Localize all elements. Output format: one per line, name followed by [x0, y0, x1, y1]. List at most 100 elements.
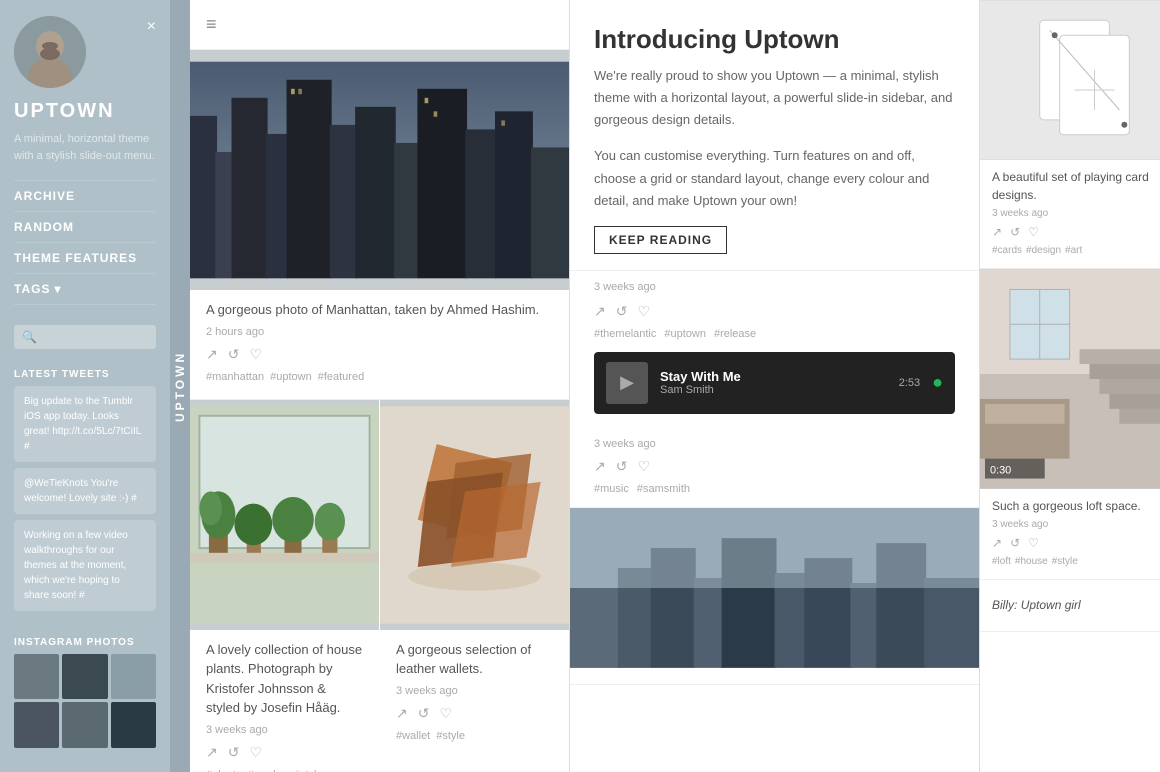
like-icon[interactable]: ♡	[249, 346, 262, 363]
plants-reblog-icon[interactable]: ↺	[228, 744, 240, 761]
wallets-share-icon[interactable]: ↗	[396, 705, 408, 722]
loft-share-icon[interactable]: ↗	[992, 536, 1002, 550]
avatar	[14, 16, 86, 88]
instagram-thumb-6[interactable]	[111, 702, 156, 747]
card-loft: 0:30 Such a gorgeous loft space. 3 weeks…	[980, 269, 1160, 580]
music-post-time: 3 weeks ago	[570, 430, 979, 458]
loft-actions: ↗ ↺ ♡	[992, 536, 1160, 550]
cards-share-icon[interactable]: ↗	[992, 225, 1002, 239]
grid-posts: A lovely collection of house plants. Pho…	[190, 400, 569, 772]
quote-card: Billy: Uptown girl	[980, 580, 1160, 632]
tag-featured[interactable]: #featured	[318, 371, 364, 383]
playing-cards-caption: A beautiful set of playing card designs.	[992, 168, 1160, 204]
instagram-thumb-5[interactable]	[62, 702, 107, 747]
intro-title: Introducing Uptown	[594, 24, 955, 55]
tweet-1: Big update to the Tumblr iOS app today. …	[14, 386, 156, 462]
manhattan-actions: ↗ ↺ ♡	[206, 346, 553, 363]
tweet-3: Working on a few video walkthroughs for …	[14, 520, 156, 611]
tag-art[interactable]: #art	[1065, 245, 1082, 256]
plants-actions: ↗ ↺ ♡	[206, 744, 363, 761]
manhattan-tags: #manhattan #uptown #featured	[206, 371, 553, 383]
keep-reading-button[interactable]: Keep Reading	[594, 226, 727, 254]
tag-style3[interactable]: #style	[1052, 556, 1078, 567]
plants-body: A lovely collection of house plants. Pho…	[190, 630, 379, 772]
search-input[interactable]	[14, 325, 156, 349]
plants-tags: #plants #garden #style	[206, 769, 363, 772]
intro-tags: #themelantic #uptown #release	[570, 328, 979, 352]
tag-garden[interactable]: #garden	[247, 769, 287, 772]
tag-plants[interactable]: #plants	[206, 769, 241, 772]
tag-style2[interactable]: #style	[436, 730, 465, 742]
tag-uptown[interactable]: #uptown	[270, 371, 312, 383]
instagram-thumb-4[interactable]	[14, 702, 59, 747]
instagram-thumb-1[interactable]	[14, 654, 59, 699]
hamburger-icon[interactable]: ≡	[190, 0, 569, 50]
intro-reblog-icon[interactable]: ↺	[616, 303, 628, 320]
playing-cards-actions: ↗ ↺ ♡	[992, 225, 1160, 239]
tag-loft[interactable]: #loft	[992, 556, 1011, 567]
sidebar-item-random[interactable]: RANDOM	[14, 212, 156, 243]
sidebar: × UPTOWN A minimal, horizontal theme wit…	[0, 0, 170, 772]
playing-cards-tags: #cards #design #art	[992, 245, 1160, 256]
reblog-icon[interactable]: ↺	[228, 346, 240, 363]
loft-like-icon[interactable]: ♡	[1028, 536, 1039, 550]
tag-style1[interactable]: #style	[294, 769, 323, 772]
column-2: Introducing Uptown We're really proud to…	[570, 0, 980, 772]
post-manhattan: A gorgeous photo of Manhattan, taken by …	[190, 50, 569, 400]
sidebar-item-archive[interactable]: ARCHIVE	[14, 180, 156, 212]
music-share-icon[interactable]: ↗	[594, 458, 606, 475]
card-playing-cards-body: A beautiful set of playing card designs.…	[980, 160, 1160, 256]
instagram-thumb-3[interactable]	[111, 654, 156, 699]
sidebar-nav: ARCHIVE RANDOM THEME FEATURES TAGS ▾	[14, 180, 156, 305]
loft-reblog-icon[interactable]: ↺	[1010, 536, 1020, 550]
wallets-tags: #wallet #style	[396, 730, 553, 742]
intro-share-icon[interactable]: ↗	[594, 303, 606, 320]
latest-tweets-label: LATEST TWEETS	[14, 369, 156, 380]
intro-time: 3 weeks ago	[570, 271, 979, 303]
column-3: A beautiful set of playing card designs.…	[980, 0, 1160, 772]
instagram-thumb-2[interactable]	[62, 654, 107, 699]
plants-share-icon[interactable]: ↗	[206, 744, 218, 761]
music-artist: Sam Smith	[660, 384, 887, 396]
tag-house[interactable]: #house	[1015, 556, 1048, 567]
tag-manhattan[interactable]: #manhattan	[206, 371, 264, 383]
sidebar-title: UPTOWN	[14, 100, 156, 123]
loft-tags: #loft #house #style	[992, 556, 1160, 567]
card-loft-body: Such a gorgeous loft space. 3 weeks ago …	[980, 489, 1160, 567]
cards-like-icon[interactable]: ♡	[1028, 225, 1039, 239]
wallets-like-icon[interactable]: ♡	[439, 705, 452, 722]
plants-like-icon[interactable]: ♡	[249, 744, 262, 761]
wallets-reblog-icon[interactable]: ↺	[418, 705, 430, 722]
close-icon[interactable]: ×	[147, 18, 156, 36]
sidebar-item-tags[interactable]: TAGS ▾	[14, 274, 156, 305]
play-icon[interactable]: ▶	[620, 372, 634, 393]
tag-design[interactable]: #design	[1026, 245, 1061, 256]
tag-music[interactable]: #music	[594, 483, 629, 495]
tag-cards[interactable]: #cards	[992, 245, 1022, 256]
tag-uptown2[interactable]: #uptown	[664, 328, 706, 340]
loft-caption: Such a gorgeous loft space.	[992, 497, 1160, 515]
plants-post: A lovely collection of house plants. Pho…	[190, 400, 379, 772]
music-like-icon[interactable]: ♡	[637, 458, 650, 475]
instagram-grid	[14, 654, 156, 748]
intro-body-2: You can customise everything. Turn featu…	[594, 145, 955, 211]
share-icon[interactable]: ↗	[206, 346, 218, 363]
sidebar-item-theme-features[interactable]: THEME FEATURES	[14, 243, 156, 274]
post-city	[570, 508, 979, 685]
music-player: ▶ Stay With Me Sam Smith 2:53 ●	[594, 352, 955, 414]
loft-time: 3 weeks ago	[992, 519, 1160, 530]
music-reblog-icon[interactable]: ↺	[616, 458, 628, 475]
tag-release[interactable]: #release	[714, 328, 756, 340]
tag-samsmith[interactable]: #samsmith	[637, 483, 690, 495]
manhattan-time: 2 hours ago	[206, 326, 553, 338]
tag-themelantic[interactable]: #themelantic	[594, 328, 656, 340]
tag-wallet[interactable]: #wallet	[396, 730, 430, 742]
intro-like-icon[interactable]: ♡	[637, 303, 650, 320]
instagram-section: INSTAGRAM PHOTOS	[14, 627, 156, 748]
wallets-post: A gorgeous selection of leather wallets.…	[379, 400, 569, 772]
quote-text: Billy: Uptown girl	[992, 596, 1160, 615]
wallets-body: A gorgeous selection of leather wallets.…	[380, 630, 569, 742]
music-time: 2:53	[899, 377, 920, 389]
wallets-actions: ↗ ↺ ♡	[396, 705, 553, 722]
cards-reblog-icon[interactable]: ↺	[1010, 225, 1020, 239]
